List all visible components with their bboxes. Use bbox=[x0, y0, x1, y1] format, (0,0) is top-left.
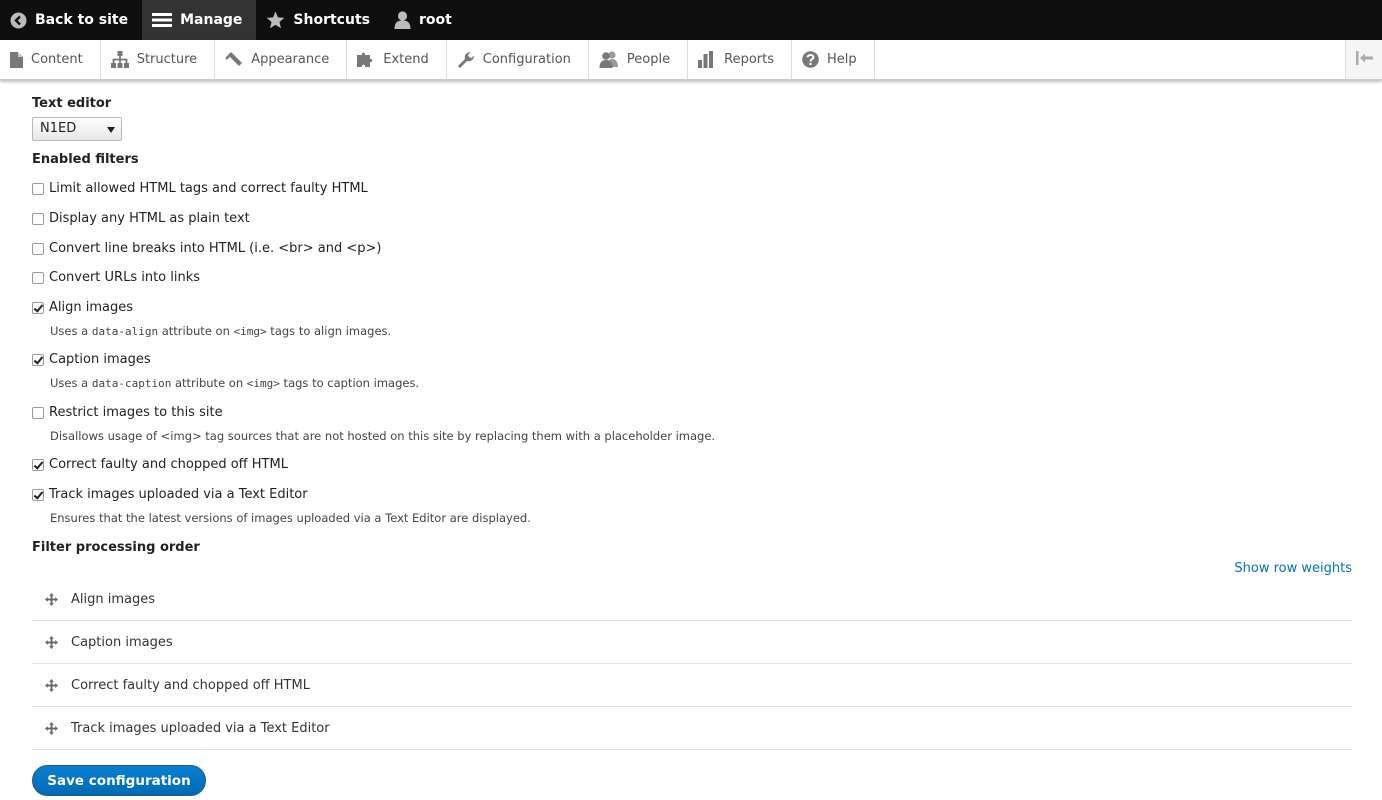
tray-item-content-label: Content bbox=[31, 52, 83, 67]
filter-caption-description: Uses a data-caption attribute on <img> t… bbox=[50, 376, 420, 390]
drag-handle-icon[interactable] bbox=[45, 592, 58, 606]
puzzle-icon bbox=[357, 51, 375, 68]
filter-url[interactable]: Convert URLs into links bbox=[32, 270, 200, 285]
tray-item-people-label: People bbox=[626, 52, 671, 67]
filter-label: Convert line breaks into HTML (i.e. <br>… bbox=[49, 241, 382, 256]
star-icon bbox=[266, 11, 285, 29]
filter-align-description: Uses a data-align attribute on <img> tag… bbox=[50, 324, 392, 338]
filter-processing-order-heading: Filter processing order bbox=[32, 540, 200, 555]
filter-label: Display any HTML as plain text bbox=[49, 211, 250, 226]
filter-label: Limit allowed HTML tags and correct faul… bbox=[49, 181, 368, 196]
filter-autop-checkbox[interactable] bbox=[32, 242, 44, 255]
filter-align[interactable]: Align images bbox=[32, 300, 133, 315]
bar-chart-icon bbox=[698, 51, 716, 68]
filter-label: Caption images bbox=[49, 352, 151, 367]
filter-url-checkbox[interactable] bbox=[32, 271, 44, 284]
filter-caption-checkbox[interactable] bbox=[32, 353, 44, 366]
text-editor-select[interactable]: N1ED bbox=[32, 117, 122, 141]
manage-tab[interactable]: Manage bbox=[142, 0, 257, 40]
filter-track-images-description: Ensures that the latest versions of imag… bbox=[50, 511, 531, 525]
user-tab[interactable]: root bbox=[384, 0, 466, 40]
enabled-filters-heading: Enabled filters bbox=[32, 152, 139, 167]
order-row-label: Track images uploaded via a Text Editor bbox=[71, 720, 330, 736]
user-icon bbox=[394, 11, 411, 29]
admin-toolbar: Back to site Manage Shortcuts root bbox=[0, 0, 1382, 40]
structure-icon bbox=[110, 51, 129, 68]
filter-html-escape[interactable]: Display any HTML as plain text bbox=[32, 211, 250, 226]
filter-restrict-images-description: Disallows usage of <img> tag sources tha… bbox=[50, 429, 716, 443]
people-icon bbox=[599, 51, 619, 68]
filter-track-images-checkbox[interactable] bbox=[32, 488, 44, 501]
filter-label: Restrict images to this site bbox=[49, 405, 223, 420]
tray-item-help[interactable]: Help bbox=[792, 40, 875, 79]
filter-html-limit-checkbox[interactable] bbox=[32, 182, 44, 195]
order-row: Track images uploaded via a Text Editor bbox=[32, 707, 1352, 750]
menu-icon bbox=[152, 12, 173, 28]
tray-item-reports-label: Reports bbox=[724, 52, 774, 67]
tray-item-configuration-label: Configuration bbox=[482, 52, 571, 67]
admin-menu-tray: Content Structure Appearance Extend Conf… bbox=[0, 40, 1382, 80]
document-icon bbox=[10, 51, 23, 68]
filter-label: Align images bbox=[49, 300, 134, 315]
text-editor-label: Text editor bbox=[32, 96, 112, 111]
paintbrush-icon bbox=[225, 51, 243, 68]
tray-item-help-label: Help bbox=[827, 52, 857, 67]
order-row-label: Correct faulty and chopped off HTML bbox=[71, 677, 310, 693]
order-row: Correct faulty and chopped off HTML bbox=[32, 664, 1352, 707]
wrench-icon bbox=[457, 51, 475, 68]
text-editor-selected-value: N1ED bbox=[40, 121, 77, 136]
collapse-left-icon bbox=[1355, 50, 1373, 69]
chevron-down-icon bbox=[107, 127, 115, 133]
filter-track-images[interactable]: Track images uploaded via a Text Editor bbox=[32, 487, 308, 502]
drag-handle-icon[interactable] bbox=[45, 678, 58, 692]
tray-item-reports[interactable]: Reports bbox=[688, 40, 792, 79]
filter-label: Convert URLs into links bbox=[49, 270, 201, 285]
filter-htmlcorrector[interactable]: Correct faulty and chopped off HTML bbox=[32, 457, 288, 472]
shortcuts-tab[interactable]: Shortcuts bbox=[256, 0, 384, 40]
back-arrow-icon bbox=[10, 12, 27, 29]
user-label: root bbox=[418, 12, 452, 28]
filter-htmlcorrector-checkbox[interactable] bbox=[32, 458, 44, 471]
filter-label: Correct faulty and chopped off HTML bbox=[49, 457, 288, 472]
order-row-label: Align images bbox=[71, 591, 156, 607]
order-row-label: Caption images bbox=[71, 634, 173, 650]
tray-item-structure[interactable]: Structure bbox=[101, 40, 216, 79]
filter-restrict-images[interactable]: Restrict images to this site bbox=[32, 405, 223, 420]
filter-html-limit[interactable]: Limit allowed HTML tags and correct faul… bbox=[32, 181, 368, 196]
filter-align-checkbox[interactable] bbox=[32, 301, 44, 314]
back-to-site-label: Back to site bbox=[35, 12, 129, 28]
order-row: Caption images bbox=[32, 621, 1352, 664]
tray-item-appearance[interactable]: Appearance bbox=[215, 40, 348, 79]
tray-orientation-toggle[interactable] bbox=[1345, 40, 1382, 79]
tray-item-extend[interactable]: Extend bbox=[347, 40, 447, 79]
tray-item-extend-label: Extend bbox=[383, 52, 429, 67]
drag-handle-icon[interactable] bbox=[45, 635, 58, 649]
filter-html-escape-checkbox[interactable] bbox=[32, 212, 44, 225]
tray-item-people[interactable]: People bbox=[589, 40, 689, 79]
filter-caption[interactable]: Caption images bbox=[32, 352, 151, 367]
manage-label: Manage bbox=[180, 12, 243, 28]
shortcuts-label: Shortcuts bbox=[293, 12, 370, 28]
filter-autop[interactable]: Convert line breaks into HTML (i.e. <br>… bbox=[32, 241, 381, 256]
tray-item-content[interactable]: Content bbox=[0, 40, 101, 79]
show-row-weights-link[interactable]: Show row weights bbox=[1234, 561, 1352, 576]
tray-item-configuration[interactable]: Configuration bbox=[447, 40, 589, 79]
tray-item-structure-label: Structure bbox=[136, 52, 198, 67]
filter-restrict-images-checkbox[interactable] bbox=[32, 406, 44, 419]
back-to-site-link[interactable]: Back to site bbox=[0, 0, 142, 40]
save-configuration-button[interactable]: Save configuration bbox=[32, 765, 206, 796]
order-row: Align images bbox=[32, 578, 1352, 621]
help-icon bbox=[802, 51, 819, 68]
tray-item-appearance-label: Appearance bbox=[251, 52, 330, 67]
drag-handle-icon[interactable] bbox=[45, 721, 58, 735]
filter-label: Track images uploaded via a Text Editor bbox=[49, 487, 308, 502]
